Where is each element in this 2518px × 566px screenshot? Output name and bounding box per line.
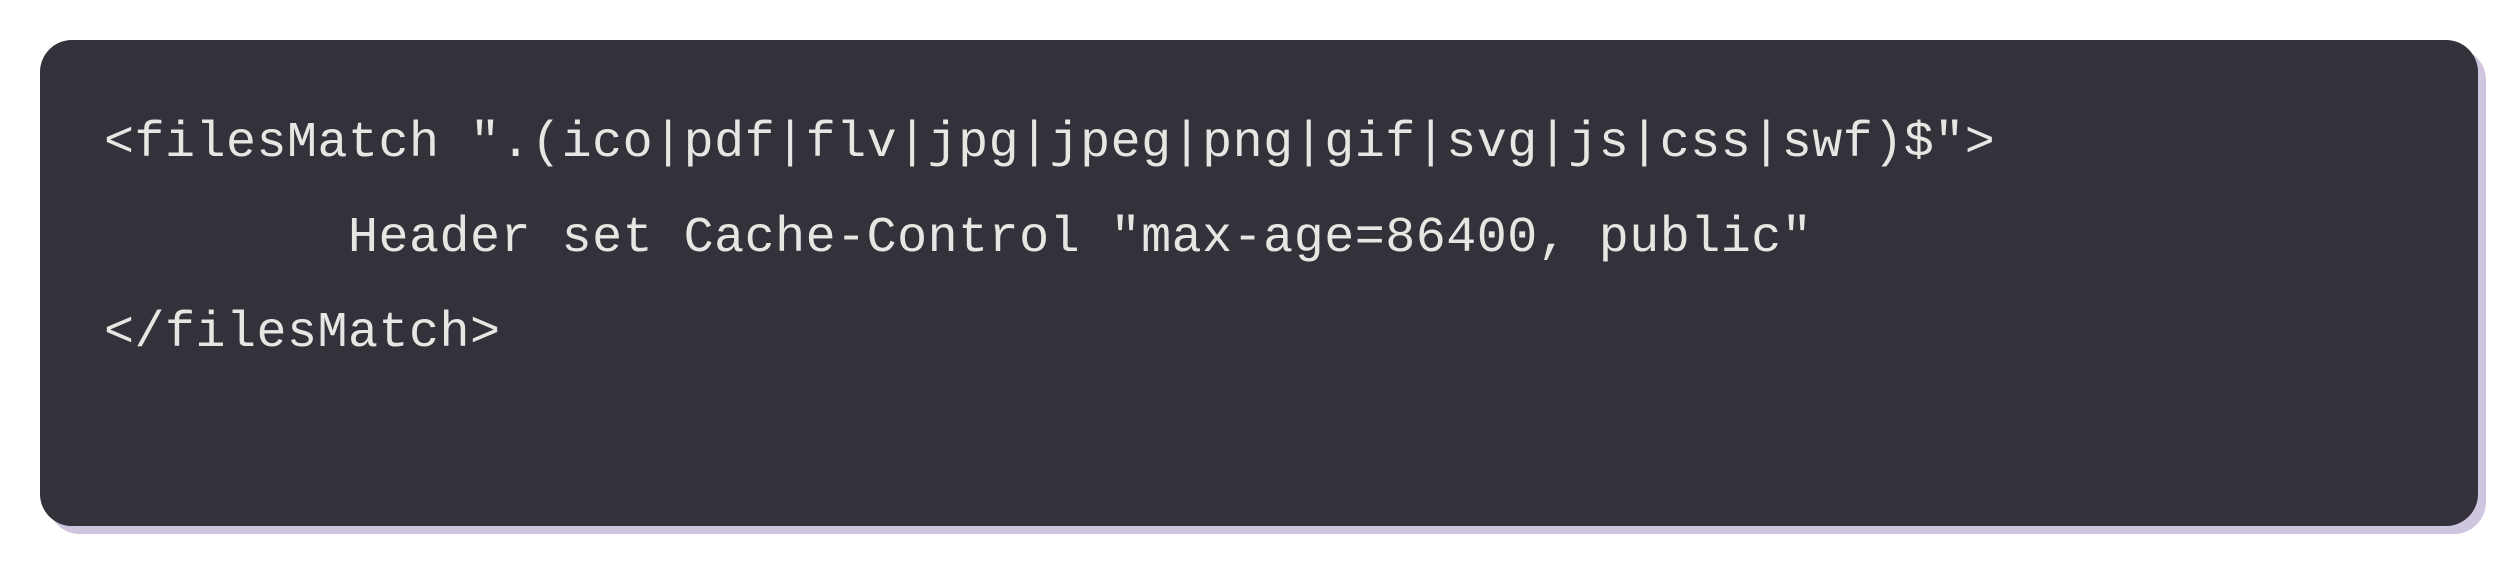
code-line-3: </filesMatch> xyxy=(104,286,2414,381)
code-line-2: Header set Cache-Control "max-age=86400,… xyxy=(104,191,2414,286)
code-block: <filesMatch ".(ico|pdf|flv|jpg|jpeg|png|… xyxy=(40,40,2478,526)
code-line-1: <filesMatch ".(ico|pdf|flv|jpg|jpeg|png|… xyxy=(104,96,2414,191)
